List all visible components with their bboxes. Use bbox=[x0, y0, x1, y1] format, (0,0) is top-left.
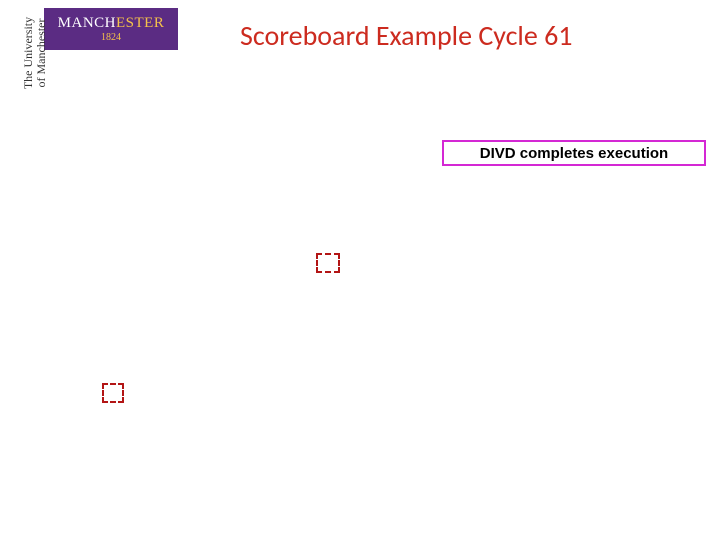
callout-text: DIVD completes execution bbox=[480, 145, 668, 162]
manchester-logo: MANCHESTER 1824 bbox=[44, 8, 178, 50]
logo-year: 1824 bbox=[101, 33, 121, 43]
side-line-1: The University bbox=[22, 8, 35, 98]
logo-wordmark-left: MANCH bbox=[58, 15, 116, 31]
slide: MANCHESTER 1824 The University of Manche… bbox=[0, 0, 720, 540]
highlight-box-lower bbox=[102, 383, 124, 403]
slide-title: Scoreboard Example Cycle 61 bbox=[240, 18, 573, 53]
university-side-label: The University of Manchester bbox=[22, 8, 47, 98]
logo-wordmark-right: ESTER bbox=[116, 15, 164, 31]
callout-box: DIVD completes execution bbox=[442, 140, 706, 166]
side-line-2: of Manchester bbox=[35, 8, 48, 98]
logo-wordmark: MANCHESTER bbox=[58, 16, 165, 31]
highlight-box-upper bbox=[316, 253, 340, 273]
